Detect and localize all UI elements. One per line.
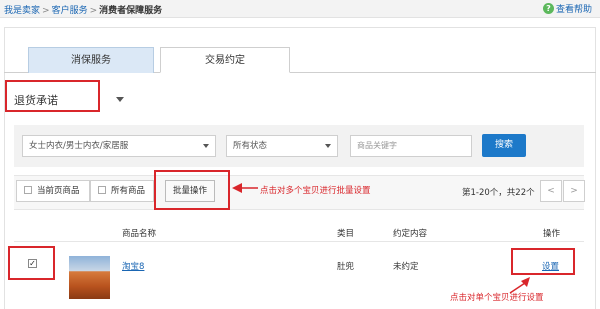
annotation-arrows [232, 183, 530, 294]
batch-hint-text: 点击对多个宝贝进行批量设置 [260, 186, 371, 196]
arrow-batch [232, 183, 258, 193]
single-hint-text: 点击对单个宝贝进行设置 [450, 293, 544, 303]
